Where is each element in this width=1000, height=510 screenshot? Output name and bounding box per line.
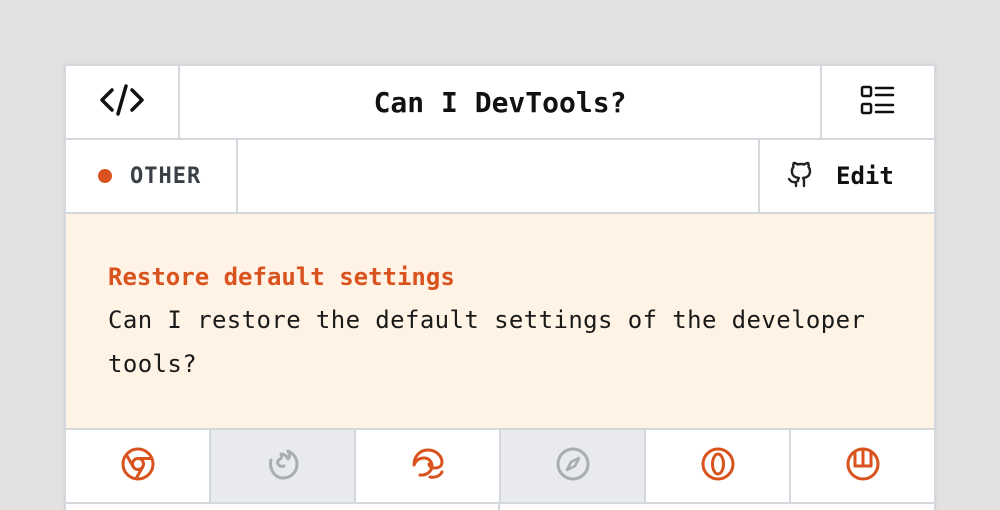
- feature-description: Can I restore the default settings of th…: [108, 298, 894, 386]
- feature-description-line-1: Can I restore the default settings of th…: [108, 306, 866, 334]
- polypane-icon: [845, 446, 881, 486]
- header: Can I DevTools?: [66, 66, 934, 140]
- edit-button[interactable]: Edit: [758, 140, 934, 212]
- browser-edge[interactable]: [356, 430, 501, 502]
- safari-icon: [555, 446, 591, 486]
- menu-button[interactable]: [820, 66, 934, 138]
- feature-card: Can I DevTools? OTHER Edit Restore defau…: [64, 64, 936, 510]
- category-label: OTHER: [130, 163, 202, 189]
- browser-chrome[interactable]: [66, 430, 211, 502]
- opera-icon: [700, 446, 736, 486]
- browser-firefox[interactable]: [211, 430, 356, 502]
- browser-support-row: [66, 430, 934, 504]
- chrome-icon: [120, 446, 156, 486]
- list-icon: [860, 84, 896, 120]
- feature-description-line-2: tools?: [108, 350, 198, 378]
- category-row: OTHER Edit: [66, 140, 934, 214]
- firefox-icon: [265, 446, 301, 486]
- category-dot: [98, 169, 112, 183]
- divider: [498, 504, 500, 510]
- page-title: Can I DevTools?: [373, 85, 627, 119]
- browser-opera[interactable]: [646, 430, 791, 502]
- browser-polypane[interactable]: [791, 430, 934, 502]
- home-button[interactable]: [66, 66, 180, 138]
- edge-icon: [410, 446, 446, 486]
- code-icon: [100, 82, 144, 122]
- edit-label: Edit: [836, 162, 894, 190]
- category-link[interactable]: OTHER: [66, 140, 238, 212]
- feature-title: Restore default settings: [108, 263, 455, 291]
- feature-panel: Restore default settings Can I restore t…: [66, 214, 934, 430]
- github-icon: [786, 159, 814, 193]
- browser-safari[interactable]: [501, 430, 646, 502]
